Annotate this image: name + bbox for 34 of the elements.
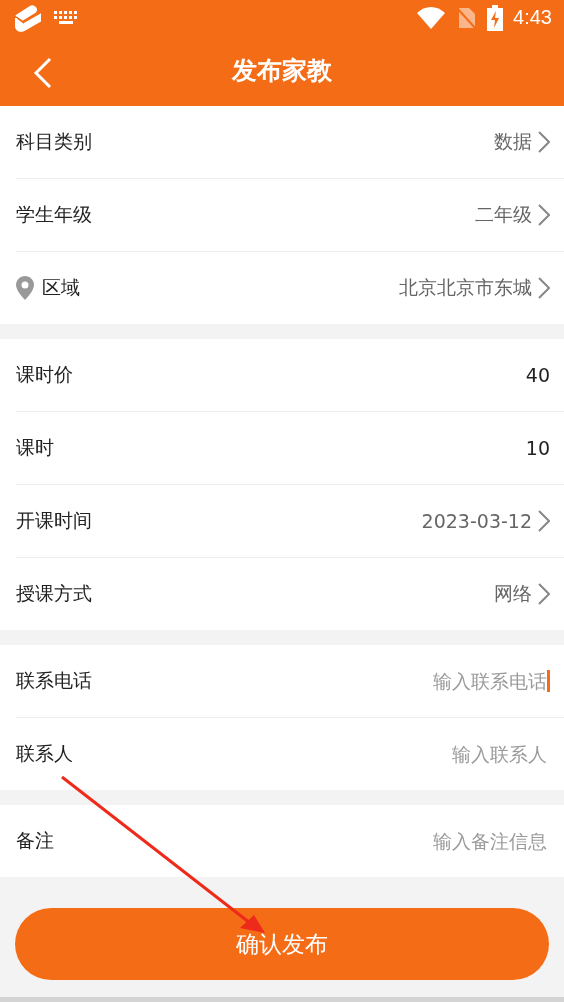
field-label: 学生年级 — [16, 202, 92, 227]
field-label: 联系电话 — [16, 668, 92, 693]
status-time: 4:43 — [513, 6, 552, 29]
field-value: 40 — [525, 364, 550, 386]
page-title: 发布家教 — [232, 55, 332, 87]
field-value: 北京北京市东城 — [399, 275, 532, 300]
field-label: 联系人 — [16, 741, 73, 766]
chevron-right-icon — [538, 583, 550, 605]
location-pin-icon — [16, 276, 34, 300]
field-value: 二年级 — [475, 202, 532, 227]
field-label: 课时价 — [16, 362, 73, 387]
field-value: 2023-03-12 — [421, 510, 532, 532]
app-logo-icon — [14, 3, 44, 32]
keyboard-icon — [54, 10, 78, 25]
field-label: 科目类别 — [16, 129, 92, 154]
input-field[interactable]: 输入联系电话 — [287, 670, 550, 692]
chevron-right-icon — [538, 510, 550, 532]
chevron-right-icon — [538, 131, 550, 153]
field-label: 授课方式 — [16, 581, 92, 606]
field-value: 数据 — [494, 129, 532, 154]
chevron-right-icon — [538, 277, 550, 299]
input-field[interactable]: 输入联系人 — [287, 743, 550, 765]
field-label: 课时 — [16, 435, 54, 460]
field-value: 10 — [525, 437, 550, 459]
wifi-icon — [417, 6, 446, 29]
field-label: 备注 — [16, 828, 54, 853]
submit-button[interactable]: 确认发布 — [15, 908, 549, 980]
input-field[interactable]: 输入备注信息 — [287, 830, 550, 852]
field-label: 开课时间 — [16, 508, 92, 533]
field-value: 网络 — [494, 581, 532, 606]
battery-charging-icon — [487, 4, 504, 31]
chevron-right-icon — [538, 204, 550, 226]
back-icon[interactable] — [32, 57, 52, 89]
field-label: 区域 — [42, 275, 80, 300]
